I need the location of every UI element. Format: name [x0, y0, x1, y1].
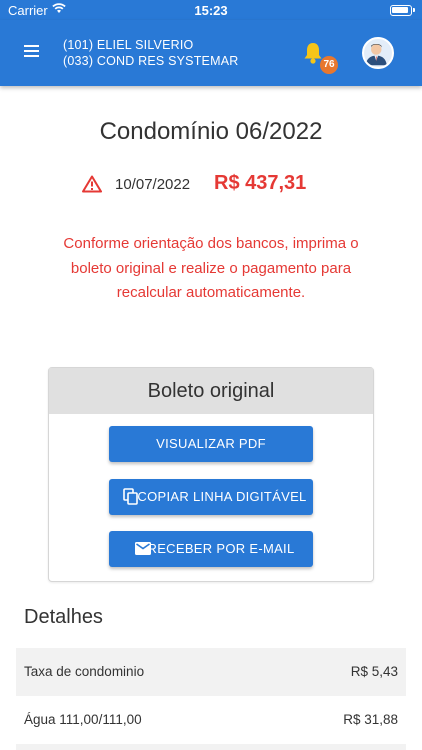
clock: 15:23: [194, 3, 228, 18]
mail-icon: [135, 542, 151, 555]
warning-icon: [82, 175, 102, 193]
page-title: Condomínio 06/2022: [99, 118, 323, 145]
unit-line: (101) ELIEL SILVERIO: [63, 38, 194, 52]
due-row: 10/07/2022 R$ 437,31: [0, 172, 422, 198]
unit-selector[interactable]: (101) ELIEL SILVERIO (033) COND RES SYST…: [63, 37, 238, 69]
app-bar: (101) ELIEL SILVERIO (033) COND RES SYST…: [0, 20, 422, 86]
detail-value: R$ 5,43: [350, 664, 398, 679]
notification-badge: 76: [320, 56, 338, 74]
detail-label: Taxa de condominio: [24, 664, 145, 679]
email-label: RECEBER POR E-MAIL: [147, 541, 295, 556]
details-title: Detalhes: [24, 606, 103, 628]
avatar[interactable]: [362, 37, 394, 69]
detail-row: Taxa de condominio R$ 5,43: [16, 648, 406, 696]
boleto-card-title: Boleto original: [49, 368, 373, 414]
boleto-card: Boleto original VISUALIZAR PDF COPIAR LI…: [48, 367, 374, 582]
detail-row: Água 111,00/111,00 R$ 31,88: [16, 696, 406, 744]
view-pdf-button[interactable]: VISUALIZAR PDF: [109, 426, 313, 462]
due-date: 10/07/2022: [115, 176, 191, 193]
amount-due: R$ 437,31: [214, 172, 307, 194]
detail-value: R$ 31,88: [343, 712, 398, 727]
condominium-line: (033) COND RES SYSTEMAR: [63, 54, 239, 68]
menu-icon[interactable]: [24, 45, 39, 57]
view-pdf-label: VISUALIZAR PDF: [156, 436, 266, 451]
detail-label: Água 111,00/111,00: [24, 712, 142, 727]
copy-icon: [123, 488, 138, 505]
user-avatar-icon: [365, 44, 387, 66]
email-button[interactable]: RECEBER POR E-MAIL: [109, 531, 313, 567]
detail-row: [16, 744, 406, 750]
copy-line-label: COPIAR LINHA DIGITÁVEL: [137, 489, 307, 504]
status-bar: Carrier 15:23: [0, 0, 422, 20]
copy-line-button[interactable]: COPIAR LINHA DIGITÁVEL: [109, 479, 313, 515]
battery-icon: [390, 5, 415, 16]
payment-notice: Conforme orientação dos bancos, imprima …: [63, 235, 359, 301]
